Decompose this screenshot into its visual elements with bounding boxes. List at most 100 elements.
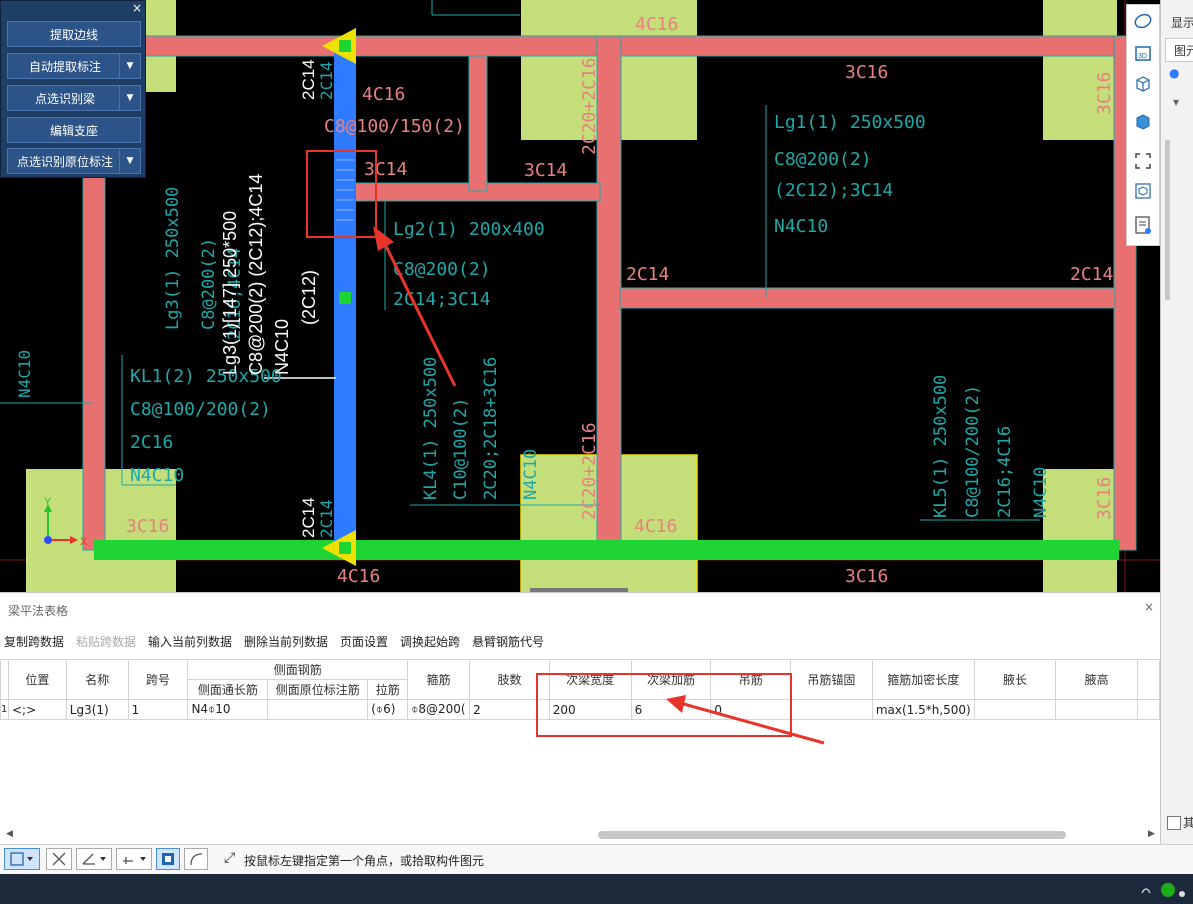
svg-text:Lg1(1) 250x500: Lg1(1) 250x500 xyxy=(774,112,926,133)
svg-text:N4C10: N4C10 xyxy=(272,319,292,375)
checkbox[interactable] xyxy=(1167,816,1181,830)
cross-select-button[interactable] xyxy=(46,848,72,870)
svg-text:2C14: 2C14 xyxy=(317,61,336,100)
column-header[interactable]: 箍筋 xyxy=(407,659,471,700)
column-header[interactable]: 腋长 xyxy=(973,659,1057,700)
cell-dense-length[interactable]: max(1.5*h,500) xyxy=(871,699,975,720)
view-toolbar: 3D xyxy=(1126,4,1160,246)
svg-text:3C16: 3C16 xyxy=(126,516,169,537)
svg-text:C8@100/200(2): C8@100/200(2) xyxy=(963,385,983,518)
svg-text:C8@200(2): C8@200(2) xyxy=(199,238,219,330)
column-header[interactable]: 侧面通长筋 xyxy=(187,679,269,700)
column-header[interactable]: 名称 xyxy=(65,659,129,700)
svg-text:2C14: 2C14 xyxy=(1070,264,1113,285)
beam-kl1[interactable] xyxy=(82,149,106,551)
grip-point[interactable] xyxy=(339,292,351,304)
paste-span-button[interactable]: 粘贴跨数据 xyxy=(76,633,136,650)
scroll-left-icon[interactable]: ◀ xyxy=(6,829,13,839)
beam-kl4[interactable] xyxy=(596,35,622,551)
cad-canvas[interactable]: KL1(2) 250x500 C8@100/200(2) 2C16 N4C10 … xyxy=(0,0,1160,592)
axis-y-label: Y xyxy=(44,496,52,508)
svg-text:4C16: 4C16 xyxy=(634,516,677,537)
chevron-down-icon[interactable]: ▼ xyxy=(119,86,140,110)
close-icon[interactable]: × xyxy=(132,1,142,15)
label-kl1: KL1(2) 250x500 C8@100/200(2) 2C16 N4C10 xyxy=(130,366,282,486)
select-box-button[interactable] xyxy=(4,848,40,870)
beam-lg2-v[interactable] xyxy=(468,55,488,192)
svg-text:C8@200(2) (2C12);4C14: C8@200(2) (2C12);4C14 xyxy=(246,174,266,375)
scroll-right-icon[interactable]: ▶ xyxy=(1148,829,1155,839)
svg-text:C8@100/150(2): C8@100/150(2) xyxy=(324,116,465,137)
tab-element[interactable]: 图元 xyxy=(1165,38,1193,62)
radio-icon[interactable]: ● xyxy=(1169,66,1179,80)
angle-button[interactable] xyxy=(76,848,112,870)
column-header[interactable]: 箍筋加密长度 xyxy=(871,659,975,700)
cell-haunch-height[interactable] xyxy=(1055,699,1138,720)
grip-point[interactable] xyxy=(339,542,351,554)
status-bar: ⤢ 按鼠标左键指定第一个角点，或拾取构件图元 xyxy=(0,844,1193,874)
cell-stirrup[interactable]: ⌽8@200( xyxy=(407,699,471,720)
auto-extract-label-button[interactable]: 自动提取标注 ▼ xyxy=(7,53,141,79)
cantilever-code-button[interactable]: 悬臂钢筋代号 xyxy=(472,633,544,650)
edit-support-button[interactable]: 编辑支座 xyxy=(7,117,141,143)
cell-tie[interactable]: (⌽6) xyxy=(367,699,409,720)
cube-icon[interactable] xyxy=(1133,73,1155,95)
input-column-button[interactable]: 输入当前列数据 xyxy=(148,633,232,650)
tray-icons xyxy=(1141,883,1185,897)
chevron-down-icon[interactable]: ▼ xyxy=(119,149,140,173)
svg-text:4C16: 4C16 xyxy=(362,84,405,105)
svg-text:(2C12): (2C12) xyxy=(299,270,319,325)
properties-icon[interactable] xyxy=(1133,215,1155,237)
cell-side-original[interactable] xyxy=(267,699,369,720)
svg-text:Lg2(1) 200x400: Lg2(1) 200x400 xyxy=(393,219,545,240)
delete-column-button[interactable]: 删除当前列数据 xyxy=(244,633,328,650)
beam-bottom[interactable] xyxy=(94,540,1119,560)
column-header[interactable]: 拉筋 xyxy=(367,679,409,700)
point-identify-original-label-button[interactable]: 点选识别原位标注 ▼ xyxy=(7,148,141,174)
drawing[interactable]: KL1(2) 250x500 C8@100/200(2) 2C16 N4C10 … xyxy=(0,0,1160,592)
svg-text:2C20;2C18+3C16: 2C20;2C18+3C16 xyxy=(481,357,501,500)
svg-text:C10@100(2): C10@100(2) xyxy=(451,398,471,500)
svg-text:Lg3(1) 250x500: Lg3(1) 250x500 xyxy=(163,187,183,330)
svg-text:4C16: 4C16 xyxy=(635,14,678,35)
beam-lg1[interactable] xyxy=(619,287,1116,309)
ortho-button[interactable] xyxy=(156,848,180,870)
column-header[interactable]: 跨号 xyxy=(127,659,189,700)
cube-solid-icon[interactable] xyxy=(1133,111,1155,133)
chevron-down-icon[interactable]: ▼ xyxy=(119,54,140,78)
column-header[interactable]: 位置 xyxy=(7,659,67,700)
snap-button[interactable] xyxy=(116,848,152,870)
column[interactable] xyxy=(1043,0,1117,140)
swap-start-span-button[interactable]: 调换起始跨 xyxy=(400,633,460,650)
annotation-arrow-table xyxy=(666,695,825,745)
column-header[interactable]: 侧面原位标注筋 xyxy=(267,679,369,700)
close-icon[interactable]: × xyxy=(1144,600,1154,614)
extract-edge-button[interactable]: 提取边线 xyxy=(7,21,141,47)
cell-span[interactable]: 1 xyxy=(127,699,189,720)
component-icon[interactable] xyxy=(1133,181,1155,203)
vertical-scrollbar[interactable] xyxy=(1165,140,1170,300)
zoom-extents-icon[interactable] xyxy=(1133,151,1155,173)
page-setup-button[interactable]: 页面设置 xyxy=(340,633,388,650)
arc-button[interactable] xyxy=(184,848,208,870)
grip-point[interactable] xyxy=(339,40,351,52)
cell-haunch-length[interactable] xyxy=(973,699,1057,720)
orbit-icon[interactable] xyxy=(1133,11,1155,33)
svg-text:N4C10: N4C10 xyxy=(130,465,184,486)
chevron-up-icon xyxy=(1141,888,1151,894)
svg-text:N4C10: N4C10 xyxy=(15,350,34,398)
svg-text:N4C10: N4C10 xyxy=(521,449,541,500)
label-lg3-white: Lg3(1)[147] 250*500 C8@200(2) (2C12);4C1… xyxy=(220,174,319,375)
point-identify-beam-button[interactable]: 点选识别梁 ▼ xyxy=(7,85,141,111)
cell-position[interactable]: <;> xyxy=(7,699,67,720)
view-3d-icon[interactable]: 3D xyxy=(1133,43,1155,65)
cell-side-continuous[interactable]: N4⌽10 xyxy=(187,699,269,720)
tree-arrow-icon[interactable]: ▼ xyxy=(1173,98,1179,107)
svg-text:2C14: 2C14 xyxy=(299,497,318,538)
horizontal-scrollbar[interactable] xyxy=(598,831,1066,839)
svg-text:2C14: 2C14 xyxy=(299,59,318,100)
cell-name[interactable]: Lg3(1) xyxy=(65,699,129,720)
copy-span-button[interactable]: 复制跨数据 xyxy=(4,633,64,650)
column-header[interactable]: 腋高 xyxy=(1055,659,1138,700)
beam-top[interactable] xyxy=(144,35,1121,57)
